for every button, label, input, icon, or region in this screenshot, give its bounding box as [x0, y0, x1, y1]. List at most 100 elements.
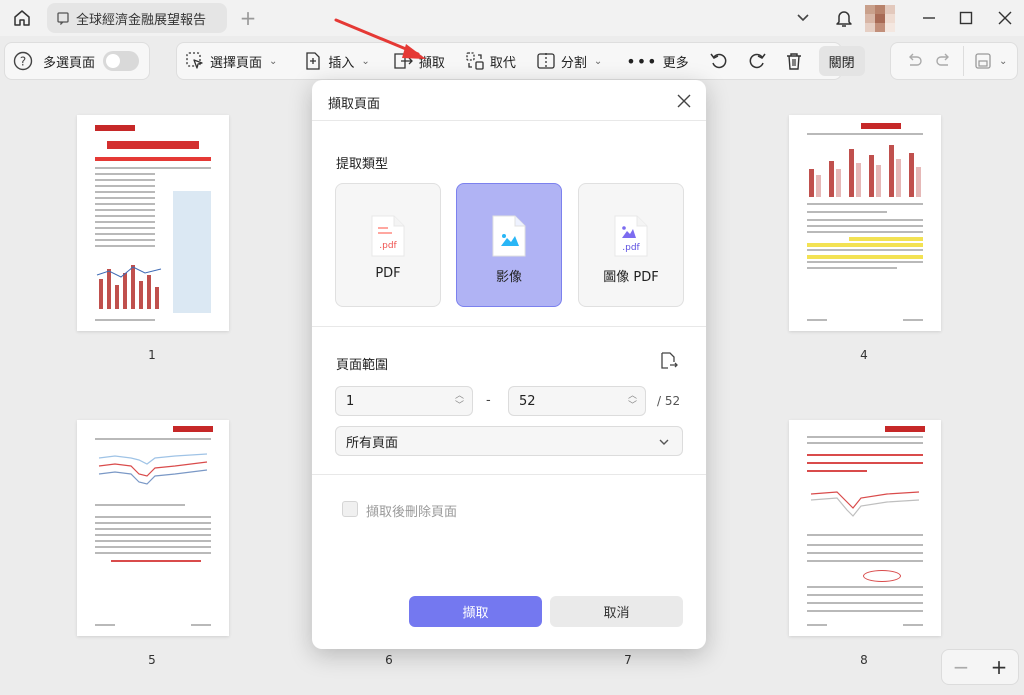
home-icon	[14, 10, 30, 26]
dialog-title: 擷取頁面	[328, 97, 381, 112]
page-range-options-button[interactable]	[658, 350, 680, 372]
history-group: ⌄	[890, 42, 1018, 80]
zoom-out-button[interactable]: −	[953, 655, 970, 679]
document-tab[interactable]: 全球經濟金融展望報告	[47, 3, 227, 33]
page-number-4: 4	[860, 348, 868, 362]
close-icon	[677, 94, 691, 108]
type-label-image: 影像	[495, 270, 522, 285]
range-from-input[interactable]: 1 ︿ ﹀	[335, 386, 473, 416]
zoom-in-button[interactable]: +	[991, 655, 1008, 679]
redo-button[interactable]	[929, 46, 959, 76]
page-number-1: 1	[148, 348, 156, 362]
select-page-button[interactable]: 選擇頁面 ⌄	[179, 46, 283, 76]
extract-type-label: 提取類型	[336, 157, 389, 172]
svg-text:?: ?	[20, 55, 26, 69]
range-separator: -	[486, 393, 491, 408]
page-number-5: 5	[148, 653, 156, 667]
divider	[312, 120, 706, 121]
replace-label: 取代	[489, 55, 516, 71]
document-tab-title: 全球經濟金融展望報告	[76, 12, 207, 28]
save-button[interactable]: ⌄	[963, 46, 1013, 76]
svg-text:.pdf: .pdf	[622, 243, 640, 253]
rotate-left-button[interactable]	[703, 46, 735, 76]
page-thumbnail-8[interactable]	[789, 420, 941, 636]
chevron-up-icon: ︿	[627, 391, 637, 401]
range-from-value: 1	[346, 393, 355, 409]
divider	[312, 326, 706, 327]
range-to-input[interactable]: 52 ︿ ﹀	[508, 386, 646, 416]
replace-page-icon	[466, 52, 484, 70]
multi-page-toggle[interactable]	[103, 51, 140, 71]
page-swap-icon	[661, 352, 678, 369]
page-thumbnail-5[interactable]	[77, 420, 229, 636]
rotate-right-icon	[749, 53, 766, 69]
help-button[interactable]: ?	[5, 46, 39, 76]
notifications-button[interactable]	[833, 6, 855, 30]
delete-after-checkbox[interactable]	[342, 501, 358, 517]
close-page-tools-button[interactable]: 關閉	[818, 46, 865, 76]
page-subset-value: 所有頁面	[346, 435, 399, 451]
home-button[interactable]	[8, 5, 36, 31]
window-close-button[interactable]	[994, 6, 1016, 30]
type-label-image-pdf: 圖像 PDF	[603, 270, 659, 285]
svg-text:.pdf: .pdf	[379, 241, 397, 251]
replace-button[interactable]: 取代	[459, 46, 522, 76]
more-button[interactable]: ••• 更多	[620, 46, 694, 76]
split-button[interactable]: 分割 ⌄	[530, 46, 608, 76]
maximize-icon	[959, 11, 973, 25]
bell-icon	[836, 11, 852, 27]
dialog-close-button[interactable]	[674, 91, 694, 111]
chevron-down-icon: ⌄	[593, 55, 603, 67]
split-icon	[537, 53, 555, 69]
redo-icon	[936, 53, 949, 66]
more-dots-icon: •••	[626, 51, 658, 71]
chevron-down-icon: ⌄	[269, 55, 278, 67]
type-card-pdf[interactable]: .pdf PDF	[335, 183, 441, 307]
save-icon	[975, 53, 991, 69]
chevron-down-icon: ⌄	[999, 55, 1008, 67]
divider	[312, 474, 706, 475]
select-page-label: 選擇頁面	[210, 55, 263, 71]
delete-page-button[interactable]	[779, 46, 809, 76]
rotate-right-button[interactable]	[741, 46, 773, 76]
annotation-arrow	[334, 18, 426, 59]
chevron-down-icon: ﹀	[627, 401, 637, 411]
chevron-down-icon	[797, 14, 809, 22]
title-bar: 全球經濟金融展望報告 +	[0, 0, 1024, 36]
zoom-controls: − +	[941, 649, 1019, 685]
image-pdf-file-icon: .pdf	[614, 215, 648, 257]
cursor-select-icon	[186, 52, 203, 69]
type-card-image-pdf[interactable]: .pdf 圖像 PDF	[578, 183, 684, 307]
minimize-icon	[923, 17, 935, 19]
more-label: 更多	[662, 55, 689, 71]
cancel-button[interactable]: 取消	[550, 596, 683, 627]
delete-after-label: 擷取後刪除頁面	[366, 505, 458, 520]
chevron-up-icon: ︿	[454, 391, 464, 401]
page-thumbnail-1[interactable]	[77, 115, 229, 331]
multi-select-group: ? 多選頁面	[4, 42, 150, 80]
page-number-6: 6	[385, 653, 393, 667]
type-card-image[interactable]: 影像	[456, 183, 562, 307]
user-avatar[interactable]	[865, 5, 895, 32]
range-from-stepper[interactable]: ︿ ﹀	[455, 391, 464, 411]
range-total: / 52	[657, 394, 681, 408]
type-label-pdf: PDF	[375, 266, 401, 281]
help-icon: ?	[13, 51, 33, 71]
chevron-down-icon: ﹀	[454, 401, 464, 411]
range-to-value: 52	[519, 393, 536, 409]
split-label: 分割	[560, 55, 587, 71]
page-thumbnail-4[interactable]	[789, 115, 941, 331]
insert-page-icon	[306, 52, 321, 70]
new-tab-button[interactable]: +	[236, 6, 260, 30]
page-number-7: 7	[624, 653, 632, 667]
minimize-button[interactable]	[918, 6, 940, 30]
page-subset-select[interactable]: 所有頁面	[335, 426, 683, 456]
undo-button[interactable]	[899, 46, 929, 76]
chevron-down-icon	[659, 439, 669, 445]
trash-icon	[786, 53, 801, 70]
extract-confirm-button[interactable]: 擷取	[409, 596, 542, 627]
range-to-stepper[interactable]: ︿ ﹀	[628, 391, 637, 411]
tabs-dropdown-button[interactable]	[792, 6, 814, 30]
maximize-button[interactable]	[955, 6, 977, 30]
undo-icon	[909, 53, 922, 66]
